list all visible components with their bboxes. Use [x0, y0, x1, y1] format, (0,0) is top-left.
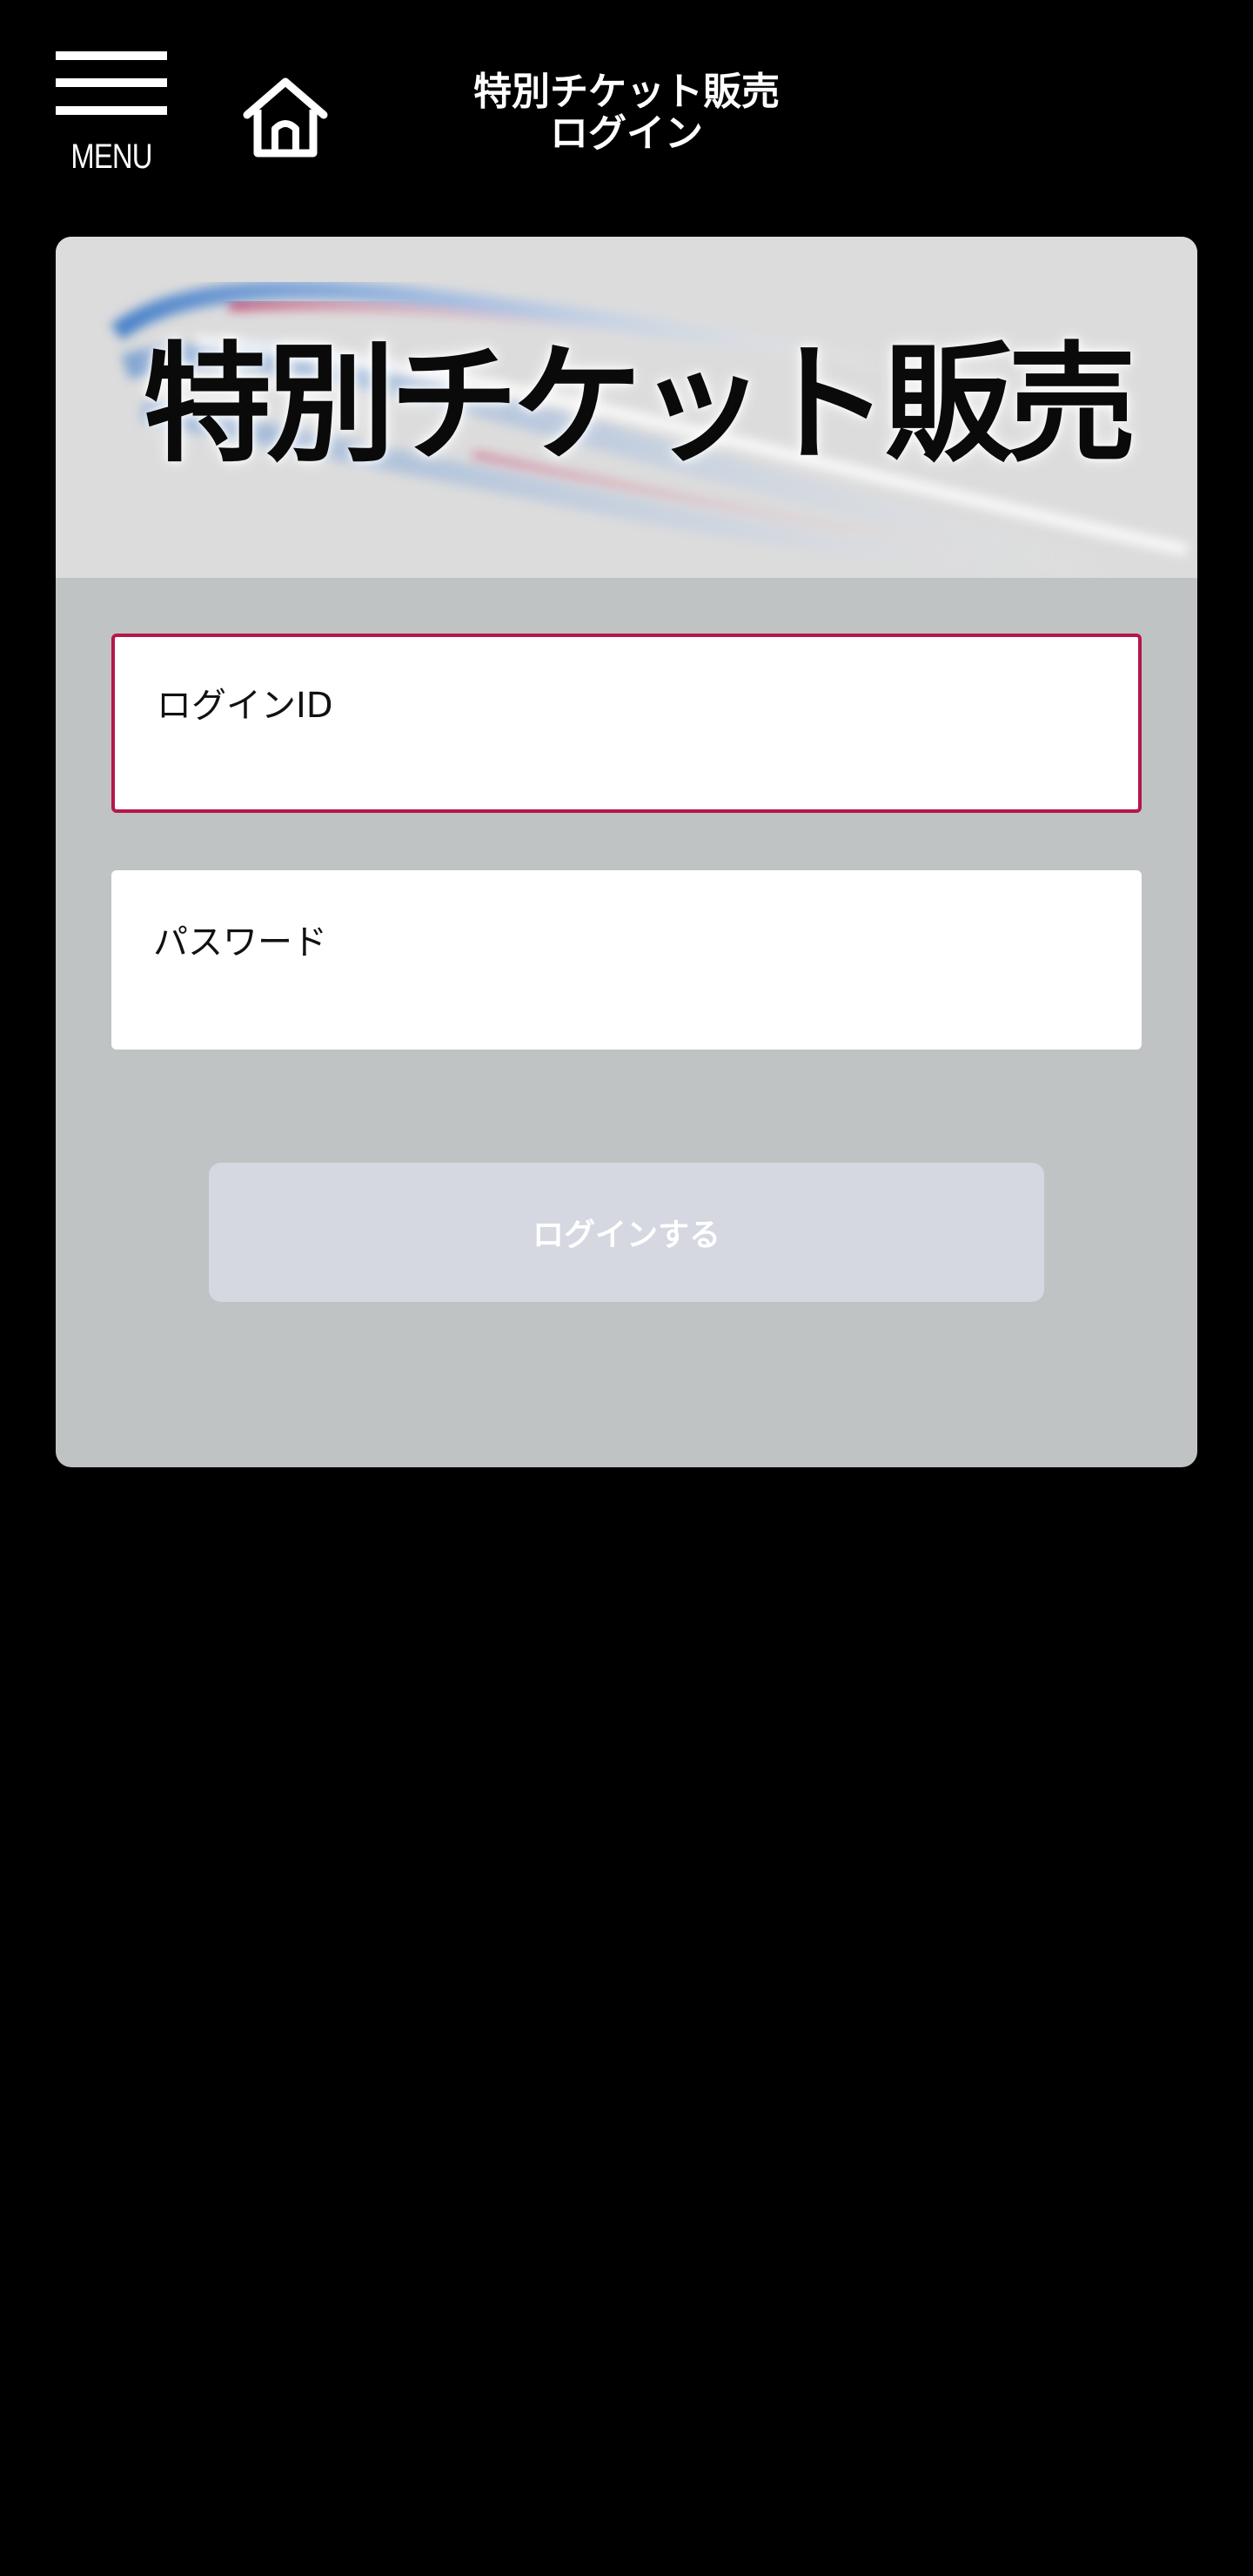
app-header: MENU 特別チケット販売 ログイン	[0, 0, 1253, 235]
login-button[interactable]: ログインする	[209, 1163, 1044, 1302]
page-title: 特別チケット販売 ログイン	[383, 71, 870, 155]
page-title-line2: ログイン	[550, 111, 703, 156]
menu-button[interactable]: MENU	[56, 49, 167, 181]
home-icon	[243, 77, 328, 158]
login-card: 特別チケット販売 ログインする	[56, 237, 1197, 1467]
hamburger-icon-bar	[56, 78, 167, 87]
hamburger-icon-bar	[56, 51, 167, 60]
password-field[interactable]	[111, 870, 1142, 1050]
hamburger-icon-bar	[56, 106, 167, 115]
password-input[interactable]	[111, 870, 1142, 1050]
banner-title: 特別チケット販売	[143, 330, 1136, 480]
page-title-line1: 特別チケット販売	[473, 70, 780, 114]
banner-image: 特別チケット販売	[56, 237, 1197, 578]
menu-label: MENU	[70, 138, 152, 176]
login-id-field[interactable]	[111, 634, 1142, 813]
home-button[interactable]	[240, 75, 331, 158]
login-id-input[interactable]	[115, 637, 1138, 809]
